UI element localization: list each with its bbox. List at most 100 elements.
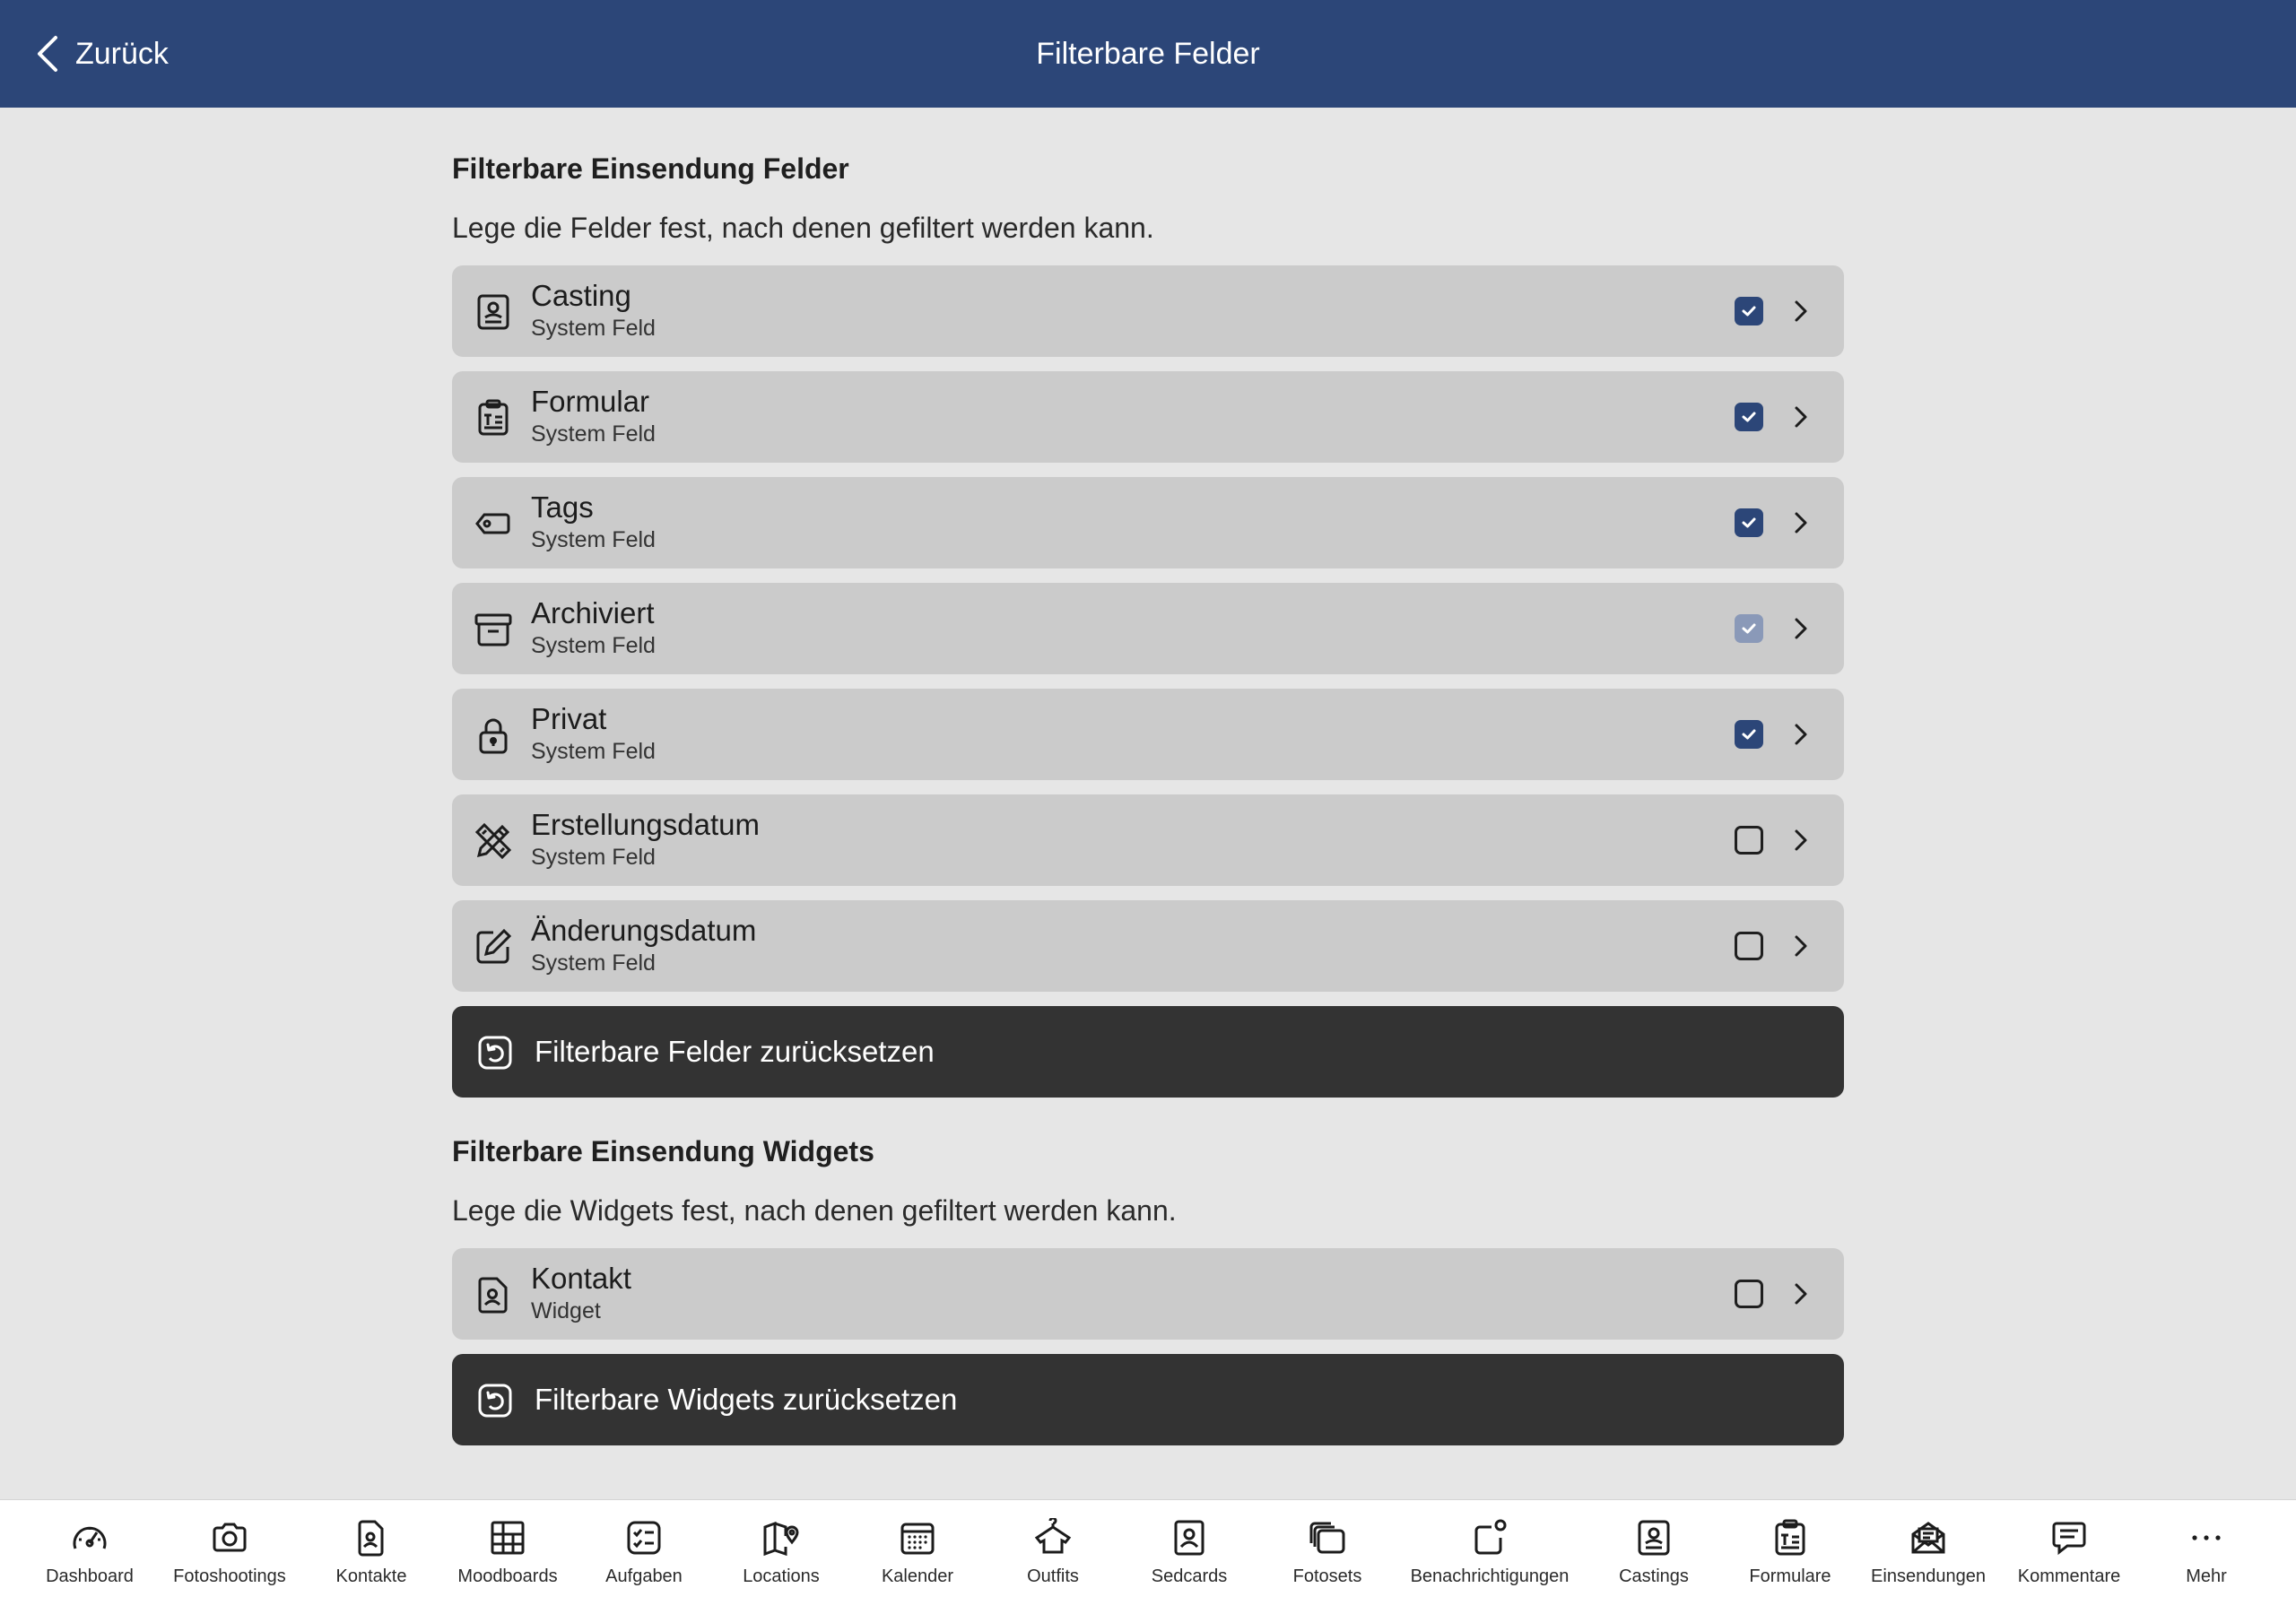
tab-label: Locations <box>743 1566 820 1586</box>
map-icon <box>763 1521 799 1557</box>
notification-icon <box>1474 1519 1507 1555</box>
tab-label: Fotoshootings <box>173 1566 286 1586</box>
reset-fields-button[interactable]: Filterbare Felder zurücksetzen <box>452 1006 1844 1098</box>
tab-kontakte[interactable]: Kontakte <box>326 1518 416 1608</box>
tab-einsendungen[interactable]: Einsendungen <box>1867 1518 1989 1608</box>
grid-icon <box>491 1521 525 1555</box>
gauge-icon <box>73 1526 107 1549</box>
tab-label: Sedcards <box>1151 1566 1228 1586</box>
tab-kommentare[interactable]: Kommentare <box>2013 1518 2126 1608</box>
chevron-right-icon <box>1795 618 1807 639</box>
calendar-icon <box>900 1523 935 1555</box>
clipboard-icon <box>1775 1519 1805 1556</box>
checkmark-icon <box>1742 517 1756 528</box>
contact-file-icon <box>474 1275 513 1315</box>
field-title: Archiviert <box>531 596 655 629</box>
widget-title: Kontakt <box>531 1262 631 1295</box>
tab-outfits[interactable]: Outfits <box>1012 1518 1094 1608</box>
tab-label: Formulare <box>1749 1566 1831 1586</box>
fields-section-description: Lege die Felder fest, nach denen gefilte… <box>452 212 1154 244</box>
tasks-icon <box>627 1521 661 1555</box>
tab-fotosets[interactable]: Fotosets <box>1283 1518 1372 1608</box>
reset-icon <box>478 1384 512 1418</box>
casting-icon <box>1638 1520 1670 1556</box>
casting-icon <box>474 292 513 332</box>
back-button[interactable]: Zurück <box>34 27 169 81</box>
field-title: Änderungsdatum <box>531 914 757 947</box>
widget-checkbox[interactable] <box>1735 1280 1763 1308</box>
tab-label: Einsendungen <box>1871 1566 1986 1586</box>
edit-icon <box>474 927 513 967</box>
tab-label: Benachrichtigungen <box>1410 1566 1570 1586</box>
field-subtitle: System Feld <box>531 950 656 976</box>
tab-label: Mehr <box>2186 1566 2227 1586</box>
field-row-privat[interactable]: Privat System Feld <box>452 689 1844 780</box>
checkmark-icon <box>1742 729 1756 740</box>
field-subtitle: System Feld <box>531 421 656 447</box>
tag-icon <box>474 504 513 543</box>
chevron-right-icon <box>1795 300 1807 322</box>
tab-benachrichtigungen[interactable]: Benachrichtigungen <box>1405 1518 1575 1608</box>
lock-icon <box>474 716 513 755</box>
tab-label: Moodboards <box>457 1566 558 1586</box>
tab-moodboards[interactable]: Moodboards <box>448 1518 567 1608</box>
field-subtitle: System Feld <box>531 739 656 764</box>
field-title: Formular <box>531 385 650 418</box>
field-title: Privat <box>531 702 607 735</box>
chevron-right-icon <box>1795 1283 1807 1305</box>
tab-mehr[interactable]: Mehr <box>2163 1518 2249 1608</box>
field-subtitle: System Feld <box>531 527 656 552</box>
widget-subtitle: Widget <box>531 1298 601 1323</box>
tab-castings[interactable]: Castings <box>1609 1518 1699 1608</box>
bottom-tab-bar: Dashboard Fotoshootings Kontakte Moodboa… <box>0 1499 2296 1614</box>
reset-fields-label: Filterbare Felder zurücksetzen <box>535 1035 935 1068</box>
tab-label: Castings <box>1619 1566 1689 1586</box>
widget-row-kontakt[interactable]: Kontakt Widget <box>452 1248 1844 1340</box>
tab-sedcards[interactable]: Sedcards <box>1144 1518 1234 1608</box>
field-row-tags[interactable]: Tags System Feld <box>452 477 1844 568</box>
field-subtitle: System Feld <box>531 845 656 870</box>
tab-kalender[interactable]: Kalender <box>870 1518 965 1608</box>
chevron-right-icon <box>1795 724 1807 745</box>
field-checkbox[interactable] <box>1735 403 1763 431</box>
camera-icon <box>213 1523 247 1552</box>
tab-fotoshootings[interactable]: Fotoshootings <box>169 1518 291 1608</box>
tab-label: Kommentare <box>2017 1566 2121 1586</box>
tab-label: Fotosets <box>1292 1566 1362 1586</box>
field-row-formular[interactable]: Formular System Feld <box>452 371 1844 463</box>
checkmark-icon <box>1742 623 1756 634</box>
top-navigation-bar: Zurück Filterbare Felder <box>0 0 2296 108</box>
field-row-erstellungsdatum[interactable]: Erstellungsdatum System Feld <box>452 794 1844 886</box>
chevron-right-icon <box>1795 512 1807 534</box>
tab-locations[interactable]: Locations <box>732 1518 831 1608</box>
more-icon <box>2192 1535 2221 1540</box>
tab-aufgaben[interactable]: Aufgaben <box>599 1518 689 1608</box>
checkmark-icon <box>1742 306 1756 317</box>
photosets-icon <box>1309 1522 1345 1554</box>
field-row-archiviert[interactable]: Archiviert System Feld <box>452 583 1844 674</box>
chevron-right-icon <box>1795 829 1807 851</box>
field-subtitle: System Feld <box>531 633 656 658</box>
field-checkbox[interactable] <box>1735 932 1763 960</box>
field-checkbox[interactable] <box>1735 297 1763 325</box>
tab-formulare[interactable]: Formulare <box>1744 1518 1837 1608</box>
field-checkbox[interactable] <box>1735 720 1763 749</box>
tab-dashboard[interactable]: Dashboard <box>41 1518 138 1608</box>
field-row-aenderungsdatum[interactable]: Änderungsdatum System Feld <box>452 900 1844 992</box>
field-checkbox[interactable] <box>1735 508 1763 537</box>
field-title: Tags <box>531 490 594 524</box>
shirt-icon <box>1034 1518 1072 1554</box>
tab-label: Kontakte <box>335 1566 407 1586</box>
tab-label: Kalender <box>881 1566 954 1586</box>
reset-widgets-label: Filterbare Widgets zurücksetzen <box>535 1383 958 1416</box>
clipboard-icon <box>474 398 513 438</box>
field-checkbox[interactable] <box>1735 614 1763 643</box>
field-row-casting[interactable]: Casting System Feld <box>452 265 1844 357</box>
chevron-right-icon <box>1795 406 1807 428</box>
fields-section-title: Filterbare Einsendung Felder <box>452 152 849 185</box>
reset-widgets-button[interactable]: Filterbare Widgets zurücksetzen <box>452 1354 1844 1445</box>
comment-icon <box>2052 1522 2086 1556</box>
field-checkbox[interactable] <box>1735 826 1763 855</box>
tab-label: Outfits <box>1027 1566 1079 1586</box>
widgets-section-title: Filterbare Einsendung Widgets <box>452 1135 874 1167</box>
